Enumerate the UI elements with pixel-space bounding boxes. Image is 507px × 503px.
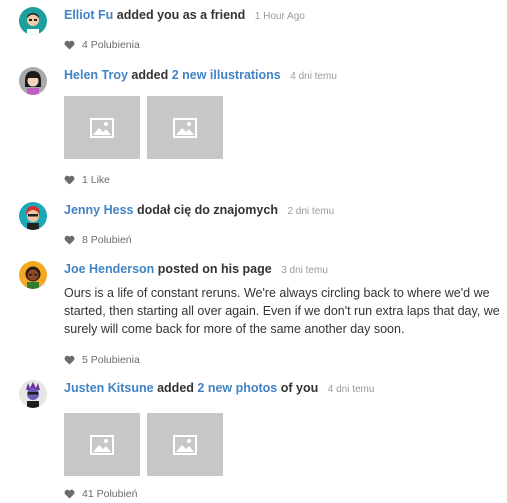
event-action: added you as a friend [116,8,246,22]
heart-icon [64,355,75,365]
avatar[interactable] [19,202,47,230]
event-content: Joe Henderson posted on his page 3 dni t… [64,261,503,366]
avatar[interactable] [19,380,47,408]
event-date: 3 dni temu [281,265,328,276]
feed-event-jenny: Jenny Hess dodał cię do znajomych 2 dni … [0,202,507,252]
user-link[interactable]: Justen Kitsune [64,381,154,395]
event-summary: Jenny Hess dodał cię do znajomych 2 dni … [64,202,503,220]
like-count: 8 Polubień [82,234,132,246]
image-thumbnail[interactable] [147,96,223,159]
like-count: 1 Like [82,174,111,186]
like-button[interactable]: 5 Polubienia [64,354,140,366]
feed-event-elliot: Elliot Fu added you as a friend 1 Hour A… [0,7,507,57]
like-count: 4 Polubienia [82,39,140,51]
event-summary: Justen Kitsune added 2 new photos of you… [64,380,503,398]
heart-icon [64,489,75,499]
like-count: 5 Polubienia [82,354,140,366]
image-icon [173,434,197,455]
image-icon [90,117,114,138]
event-action: added [157,381,194,395]
image-icon [173,117,197,138]
avatar[interactable] [19,261,47,289]
event-action: added [131,68,169,82]
event-summary: Helen Troy added 2 new illustrations 4 d… [64,67,503,85]
user-link[interactable]: Helen Troy [64,68,128,82]
photos-link[interactable]: 2 new photos [197,381,277,395]
feed-event-helen: Helen Troy added 2 new illustrations 4 d… [0,67,507,192]
post-text: Ours is a life of constant reruns. We're… [64,286,500,336]
image-thumbnail[interactable] [64,96,140,159]
heart-icon [64,175,75,185]
event-action: posted on his page [157,262,272,276]
heart-icon [64,235,75,245]
user-link[interactable]: Jenny Hess [64,203,133,217]
event-date: 4 dni temu [327,384,375,395]
event-content: Jenny Hess dodał cię do znajomych 2 dni … [64,202,503,246]
event-summary: Joe Henderson posted on his page 3 dni t… [64,261,503,279]
heart-icon [64,40,75,50]
event-action: dodał cię do znajomych [136,203,278,217]
event-date: 2 dni temu [287,206,335,217]
event-date: 4 dni temu [290,71,337,82]
image-thumbnail[interactable] [64,413,140,476]
user-link[interactable]: Elliot Fu [64,8,113,22]
illustrations-link[interactable]: 2 new illustrations [172,68,281,82]
image-list [64,96,230,159]
feed-event-justen: Justen Kitsune added 2 new photos of you… [0,380,507,503]
image-icon [90,434,114,455]
avatar[interactable] [19,67,47,95]
like-button[interactable]: 4 Polubienia [64,39,140,51]
image-thumbnail[interactable] [147,413,223,476]
event-action-suffix: of you [280,381,319,395]
event-content: Helen Troy added 2 new illustrations 4 d… [64,67,503,186]
event-content: Justen Kitsune added 2 new photos of you… [64,380,503,500]
user-link[interactable]: Joe Henderson [64,262,154,276]
like-button[interactable]: 8 Polubień [64,234,132,246]
feed-event-joe: Joe Henderson posted on his page 3 dni t… [0,261,507,371]
like-button[interactable]: 1 Like [64,174,110,186]
like-count: 41 Polubień [82,488,138,500]
activity-feed: Elliot Fu added you as a friend 1 Hour A… [0,0,507,503]
image-list [64,413,230,476]
event-date: 1 Hour Ago [254,11,305,22]
event-content: Elliot Fu added you as a friend 1 Hour A… [64,7,503,51]
avatar[interactable] [19,7,47,35]
like-button[interactable]: 41 Polubień [64,488,137,500]
event-summary: Elliot Fu added you as a friend 1 Hour A… [64,7,503,25]
